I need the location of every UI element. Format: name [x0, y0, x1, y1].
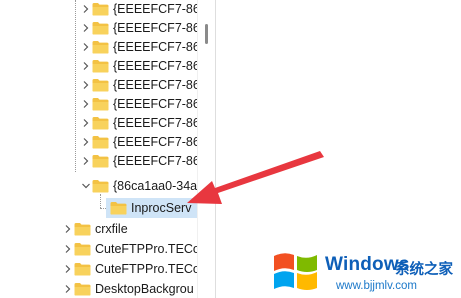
watermark-subtitle: 系统之家: [395, 262, 453, 278]
windows-logo-icon: [274, 253, 317, 290]
watermark-url: www.bjjmlv.com: [336, 280, 417, 292]
